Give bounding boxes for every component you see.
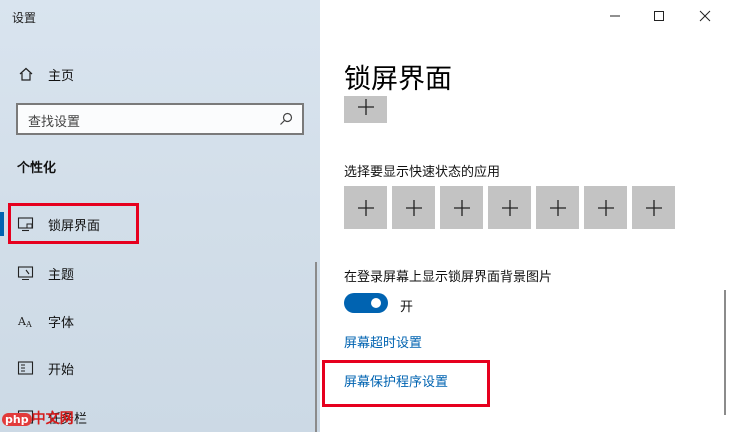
search-placeholder: 查找设置 bbox=[28, 115, 81, 130]
svg-text:A: A bbox=[25, 320, 32, 329]
section-title: 个性化 bbox=[17, 161, 57, 176]
plus-icon bbox=[501, 199, 518, 216]
page-title: 锁屏界面 bbox=[344, 64, 452, 95]
watermark-brand: php bbox=[2, 413, 32, 426]
main-scrollbar[interactable] bbox=[724, 290, 726, 415]
search-input[interactable]: 查找设置 bbox=[16, 103, 304, 135]
sidebar-scrollbar[interactable] bbox=[315, 262, 317, 432]
screen-timeout-link[interactable]: 屏幕超时设置 bbox=[344, 332, 422, 351]
watermark-text: 中文网 bbox=[31, 411, 74, 427]
add-quick-status-app-tile[interactable] bbox=[440, 186, 483, 229]
plus-icon bbox=[645, 199, 662, 216]
plus-icon bbox=[357, 199, 374, 216]
sidebar-item-label: 主题 bbox=[48, 267, 75, 283]
plus-icon bbox=[453, 199, 470, 216]
home-icon bbox=[17, 65, 35, 83]
close-button[interactable] bbox=[695, 6, 715, 26]
plus-icon bbox=[357, 99, 374, 115]
add-quick-status-app-tile[interactable] bbox=[488, 186, 531, 229]
toggle-knob bbox=[371, 298, 381, 308]
background-toggle[interactable] bbox=[344, 293, 388, 313]
sidebar-item-font[interactable]: AA 字体 bbox=[0, 302, 320, 340]
quick-status-label: 选择要显示快速状态的应用 bbox=[344, 165, 501, 180]
annotation-highlight-lock-screen bbox=[8, 203, 139, 244]
sidebar-item-start[interactable]: 开始 bbox=[0, 349, 320, 387]
sidebar-item-label: 开始 bbox=[48, 362, 75, 378]
add-app-tile-detailed-status[interactable] bbox=[344, 96, 387, 123]
add-quick-status-app-tile[interactable] bbox=[344, 186, 387, 229]
main-content: 锁屏界面 选择要显示快速状态的应用 在登录屏幕上显示锁屏界面背景图片 开 屏幕超… bbox=[320, 0, 729, 432]
add-quick-status-app-tile[interactable] bbox=[536, 186, 579, 229]
font-icon: AA bbox=[17, 312, 35, 330]
plus-icon bbox=[549, 199, 566, 216]
theme-icon bbox=[17, 264, 35, 282]
watermark: php 中文网 bbox=[2, 408, 74, 428]
start-icon bbox=[17, 359, 35, 377]
add-quick-status-app-tile[interactable] bbox=[632, 186, 675, 229]
plus-icon bbox=[597, 199, 614, 216]
annotation-highlight-screen-saver bbox=[322, 360, 490, 407]
sidebar-item-label: 字体 bbox=[48, 315, 75, 331]
plus-icon bbox=[405, 199, 422, 216]
sidebar-item-theme[interactable]: 主题 bbox=[0, 254, 320, 292]
background-setting-label: 在登录屏幕上显示锁屏界面背景图片 bbox=[344, 270, 553, 285]
search-icon[interactable] bbox=[278, 111, 294, 127]
sidebar-item-label: 主页 bbox=[48, 68, 75, 84]
sidebar-item-home[interactable]: 主页 bbox=[0, 55, 320, 93]
sidebar: 设置 主页 查找设置 个性化 锁屏界面 主题 AA 字体 开始 任务栏 php … bbox=[0, 0, 320, 432]
close-icon bbox=[699, 10, 711, 22]
toggle-state-label: 开 bbox=[400, 300, 414, 315]
add-quick-status-app-tile[interactable] bbox=[392, 186, 435, 229]
maximize-icon bbox=[654, 11, 664, 21]
app-title: 设置 bbox=[12, 11, 37, 25]
maximize-button[interactable] bbox=[649, 6, 669, 26]
add-quick-status-app-tile[interactable] bbox=[584, 186, 627, 229]
minimize-button[interactable] bbox=[605, 6, 625, 26]
minimize-icon bbox=[610, 15, 620, 17]
quick-status-tiles bbox=[344, 186, 684, 229]
